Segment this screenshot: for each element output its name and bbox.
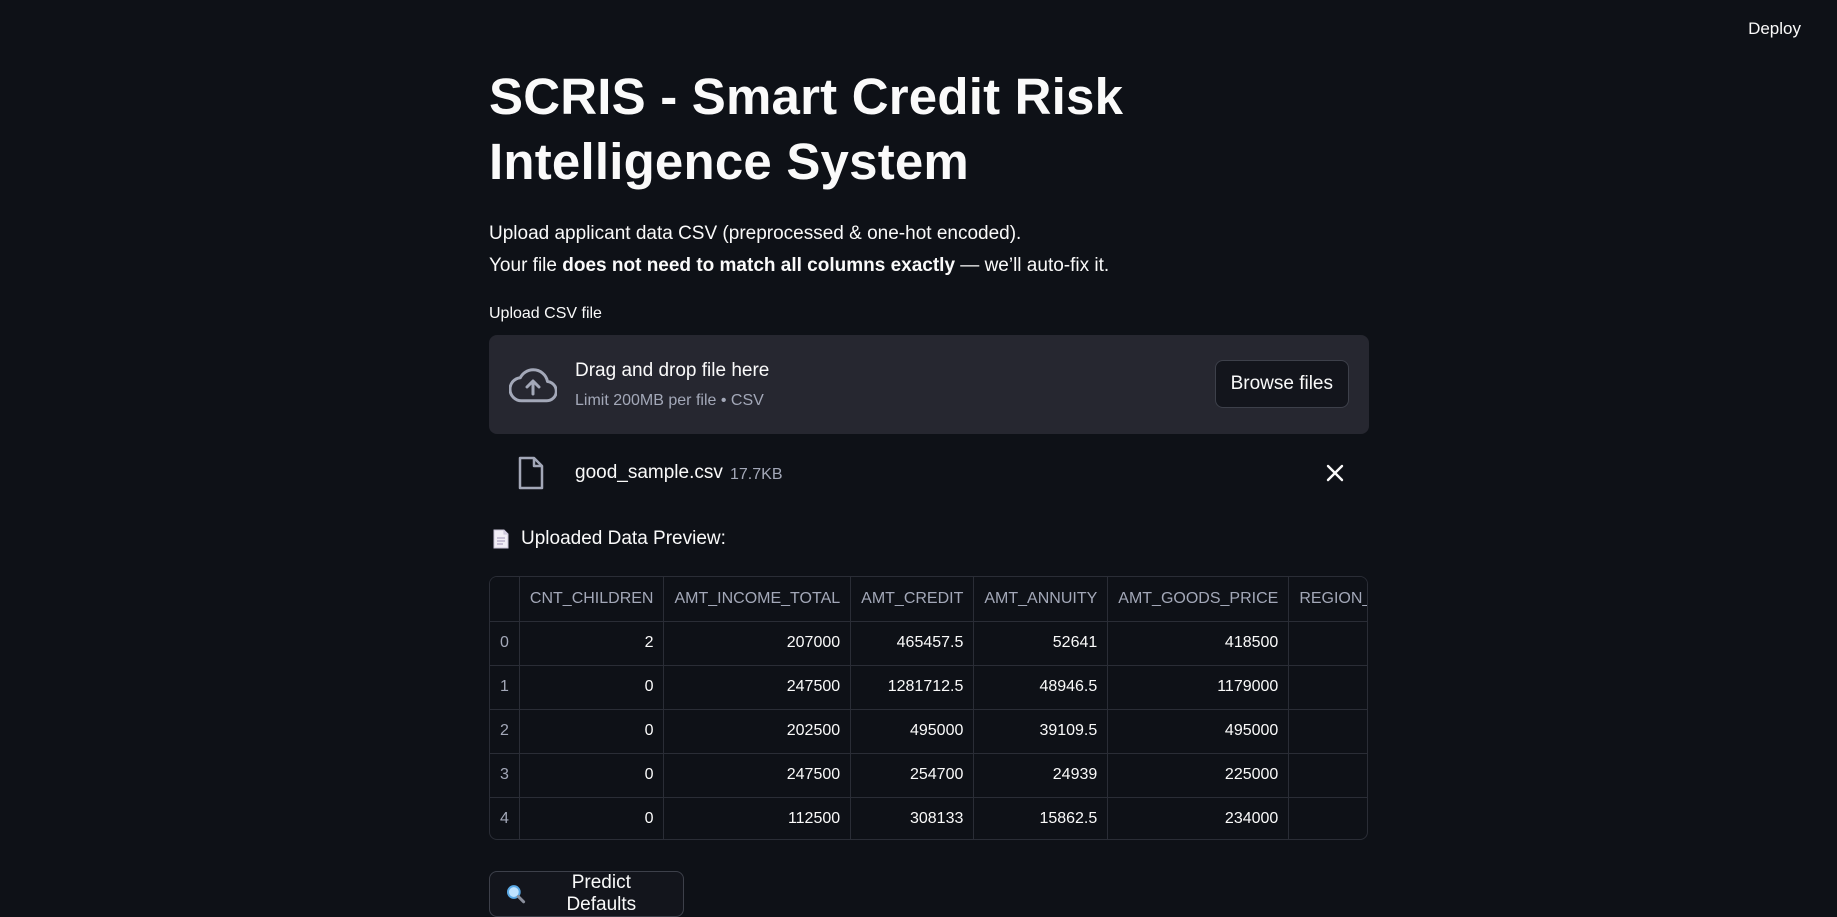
table-cell[interactable]: 0 <box>519 665 665 710</box>
file-name: good_sample.csv <box>575 462 723 483</box>
dropzone-subtitle: Limit 200MB per file • CSV <box>575 392 764 409</box>
magnifier-icon <box>506 885 526 904</box>
intro-prefix: Your file <box>489 255 563 276</box>
table-row: 1 0 247500 1281712.5 48946.5 1179000 <box>490 665 1367 710</box>
intro-line-1: Upload applicant data CSV (preprocessed … <box>489 223 1022 244</box>
table-cell[interactable]: 247500 <box>663 753 852 798</box>
row-index: 4 <box>490 797 520 839</box>
table-cell[interactable]: 465457.5 <box>850 621 975 666</box>
intro-line-2: Your file does not need to match all col… <box>489 250 1369 282</box>
column-header[interactable]: AMT_GOODS_PRICE <box>1107 577 1290 622</box>
close-icon[interactable] <box>1323 461 1347 485</box>
preview-heading: Uploaded Data Preview: <box>493 528 726 550</box>
dropzone-title: Drag and drop file here <box>575 360 770 381</box>
table-cell[interactable]: 112500 <box>663 797 852 839</box>
browse-files-button[interactable]: Browse files <box>1214 360 1349 408</box>
upload-label: Upload CSV file <box>489 305 602 322</box>
row-index: 2 <box>490 709 520 754</box>
document-emoji-icon <box>493 529 509 549</box>
table-cell[interactable] <box>1288 709 1367 754</box>
table-cell[interactable]: 15862.5 <box>973 797 1109 839</box>
table-cell[interactable]: 0 <box>519 753 665 798</box>
column-header[interactable]: AMT_INCOME_TOTAL <box>663 577 852 622</box>
intro-bold: does not need to match all columns exact… <box>562 255 956 276</box>
table-cell[interactable]: 247500 <box>663 665 852 710</box>
table-cell[interactable]: 308133 <box>850 797 975 839</box>
page-title: SCRIS - Smart Credit Risk Intelligence S… <box>489 68 1124 190</box>
table-cell[interactable]: 39109.5 <box>973 709 1109 754</box>
predict-defaults-label: Predict Defaults <box>566 872 637 915</box>
table-row: 4 0 112500 308133 15862.5 234000 <box>490 797 1367 839</box>
table-cell[interactable]: 52641 <box>973 621 1109 666</box>
table-cell[interactable]: 234000 <box>1107 797 1290 839</box>
table-row: 0 2 207000 465457.5 52641 418500 <box>490 621 1367 666</box>
table-cell[interactable] <box>1288 753 1367 798</box>
table-header-row: CNT_CHILDREN AMT_INCOME_TOTAL AMT_CREDIT… <box>490 577 1367 622</box>
column-header[interactable]: REGION_PO <box>1288 577 1367 622</box>
table-cell[interactable]: 418500 <box>1107 621 1290 666</box>
row-index: 3 <box>490 753 520 798</box>
predict-defaults-button[interactable]: Predict Defaults <box>489 871 684 917</box>
file-icon <box>518 456 544 490</box>
column-header[interactable]: AMT_ANNUITY <box>973 577 1109 622</box>
table-cell[interactable]: 202500 <box>663 709 852 754</box>
data-preview-table[interactable]: CNT_CHILDREN AMT_INCOME_TOTAL AMT_CREDIT… <box>489 576 1368 840</box>
table-cell[interactable]: 225000 <box>1107 753 1290 798</box>
deploy-button[interactable]: Deploy <box>1742 15 1807 43</box>
table-cell[interactable]: 495000 <box>850 709 975 754</box>
column-header[interactable]: AMT_CREDIT <box>850 577 975 622</box>
row-index: 0 <box>490 621 520 666</box>
table-cell[interactable]: 24939 <box>973 753 1109 798</box>
table-cell[interactable] <box>1288 665 1367 710</box>
table-row: 2 0 202500 495000 39109.5 495000 <box>490 709 1367 754</box>
table-cell[interactable]: 48946.5 <box>973 665 1109 710</box>
intro-suffix: — we’ll auto-fix it. <box>955 255 1110 276</box>
table-cell[interactable]: 1179000 <box>1107 665 1290 710</box>
intro-text: Upload applicant data CSV (preprocessed … <box>489 218 1369 282</box>
table-cell[interactable]: 254700 <box>850 753 975 798</box>
preview-heading-text: Uploaded Data Preview: <box>521 528 726 549</box>
table-cell[interactable]: 0 <box>519 709 665 754</box>
file-size: 17.7KB <box>730 466 783 483</box>
row-index: 1 <box>490 665 520 710</box>
table-cell[interactable]: 207000 <box>663 621 852 666</box>
data-table: CNT_CHILDREN AMT_INCOME_TOTAL AMT_CREDIT… <box>490 577 1367 839</box>
table-cell[interactable]: 0 <box>519 797 665 839</box>
file-dropzone[interactable]: Drag and drop file here Limit 200MB per … <box>489 335 1369 434</box>
column-header[interactable] <box>490 577 520 622</box>
table-cell[interactable] <box>1288 797 1367 839</box>
table-cell[interactable]: 495000 <box>1107 709 1290 754</box>
uploaded-file-item: good_sample.csv 17.7KB <box>489 448 1369 498</box>
table-cell[interactable]: 2 <box>519 621 665 666</box>
column-header[interactable]: CNT_CHILDREN <box>519 577 665 622</box>
table-cell[interactable]: 1281712.5 <box>850 665 975 710</box>
table-cell[interactable] <box>1288 621 1367 666</box>
cloud-upload-icon <box>509 368 557 403</box>
table-row: 3 0 247500 254700 24939 225000 <box>490 753 1367 798</box>
